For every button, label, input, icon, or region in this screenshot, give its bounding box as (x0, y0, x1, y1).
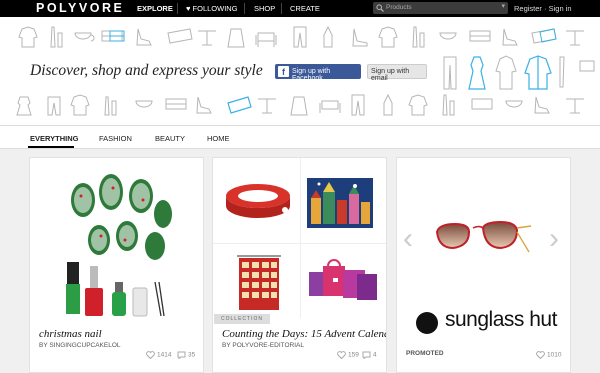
nav-divider (177, 3, 178, 14)
grid-divider (213, 243, 386, 244)
nav-shop[interactable]: SHOP (254, 4, 275, 13)
card-title[interactable]: Counting the Days: 15 Advent Calend... (222, 328, 386, 340)
tab-everything[interactable]: EVERYTHING (30, 134, 78, 143)
tote-bags-calendar-image[interactable] (307, 258, 379, 308)
nail-polish-image[interactable] (63, 170, 173, 320)
auth-separator: · (544, 4, 547, 13)
search-placeholder: Products (386, 4, 412, 11)
comment-count-value: 35 (188, 351, 196, 359)
grid-divider (300, 158, 301, 318)
product-icons-right (443, 55, 595, 90)
feed-card-christmas-nail[interactable]: christmas nail BY SINGINGCUPCAKELOL 1414… (29, 157, 204, 373)
nav-explore[interactable]: EXPLORE (137, 4, 173, 13)
heart-icon (536, 351, 545, 360)
tab-fashion[interactable]: FASHION (99, 134, 132, 143)
register-link[interactable]: Register (514, 4, 542, 13)
heart-icon (337, 351, 346, 360)
nav-following[interactable]: ♥ FOLLOWING (186, 4, 238, 13)
sunglass-hut-logo (416, 312, 438, 334)
comment-icon (177, 351, 186, 360)
nav-following-label: FOLLOWING (192, 4, 238, 13)
like-count[interactable]: 159 (337, 351, 359, 360)
red-ring-calendar-image[interactable] (223, 180, 293, 222)
signup-banner: Discover, shop and express your style f … (0, 17, 600, 126)
search-input[interactable]: Products ▾ (373, 2, 508, 14)
email-signup-label: Sign up with email (371, 68, 410, 82)
email-signup-button[interactable]: Sign up with email (367, 64, 427, 82)
comment-count[interactable]: 35 (177, 351, 196, 360)
feed-card-advent-calendars[interactable]: Counting the Days: 15 Advent Calend... B… (212, 157, 387, 373)
feed-card-promoted-sunglasses[interactable]: ‹ › sunglass hut PROMOTED 1010 (396, 157, 571, 373)
collection-badge: COLLECTION (214, 314, 270, 324)
heart-icon: ♥ (186, 4, 191, 13)
search-icon (376, 4, 384, 12)
category-tabs: EVERYTHING FASHION BEAUTY HOME (0, 126, 600, 149)
nav-divider (281, 3, 282, 14)
top-navigation-bar: POLYVORE EXPLORE ♥ FOLLOWING SHOP CREATE… (0, 0, 600, 17)
tab-beauty[interactable]: BEAUTY (155, 134, 185, 143)
chevron-left-icon[interactable]: ‹ (403, 222, 413, 256)
promoted-label: PROMOTED (406, 350, 444, 357)
active-tab-indicator (28, 146, 74, 148)
pocket-calendar-image[interactable] (233, 254, 285, 312)
facebook-icon: f (278, 66, 289, 77)
like-count[interactable]: 1414 (146, 351, 172, 360)
comment-count-value: 4 (373, 351, 377, 359)
heart-icon (146, 351, 155, 360)
like-count-value: 1010 (547, 351, 562, 359)
comment-count[interactable]: 4 (362, 351, 377, 360)
like-count-value: 1414 (157, 351, 172, 359)
polyvore-logo[interactable]: POLYVORE (36, 1, 124, 15)
card-author[interactable]: BY POLYVORE-EDITORIAL (222, 342, 304, 349)
sign-in-link[interactable]: Sign in (549, 4, 572, 13)
tab-home[interactable]: HOME (207, 134, 230, 143)
like-count-value: 159 (348, 351, 359, 359)
village-calendar-image[interactable] (307, 178, 373, 228)
nav-divider (244, 3, 245, 14)
chevron-right-icon[interactable]: › (549, 222, 559, 256)
product-icons-row-bottom (16, 93, 584, 116)
chevron-down-icon[interactable]: ▾ (501, 2, 505, 10)
product-icons-row-top (18, 25, 584, 48)
card-author[interactable]: BY SINGINGCUPCAKELOL (39, 342, 121, 349)
nav-create[interactable]: CREATE (290, 4, 320, 13)
banner-tagline: Discover, shop and express your style (30, 62, 263, 79)
facebook-signup-label: Sign up with Facebook (292, 68, 331, 82)
card-title[interactable]: christmas nail (39, 328, 102, 340)
auth-links: Register · Sign in (514, 4, 572, 13)
sunglass-hut-brand: sunglass hut (445, 308, 557, 331)
facebook-signup-button[interactable]: f Sign up with Facebook (275, 64, 361, 82)
comment-icon (362, 351, 371, 360)
like-count[interactable]: 1010 (536, 351, 562, 360)
sunglasses-image[interactable] (433, 218, 533, 262)
